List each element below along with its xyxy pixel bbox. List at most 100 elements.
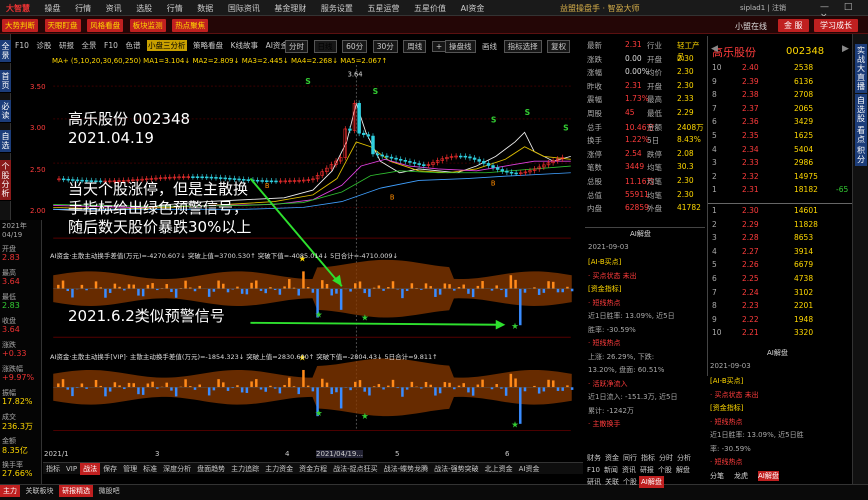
function-tab[interactable]: 指标: [639, 452, 657, 464]
tab-f10[interactable]: F10: [14, 41, 30, 50]
function-tab[interactable]: 关联: [603, 476, 621, 488]
indicator-select-button[interactable]: 指标选择: [503, 40, 542, 53]
orderbook-bottom-tab[interactable]: AI解盘: [758, 471, 779, 481]
learning-button[interactable]: 学习成长: [814, 19, 858, 32]
menu-item[interactable]: 资讯: [100, 0, 128, 14]
sidebar-tab-watchlist[interactable]: 自选: [0, 130, 11, 153]
sidebar-tab-points[interactable]: 积分: [855, 144, 867, 166]
menu-item[interactable]: 操盘: [39, 0, 67, 14]
toolbar-button[interactable]: 风格看盘: [87, 19, 124, 32]
stock-next-icon[interactable]: ▶: [842, 44, 849, 54]
period-day[interactable]: 日线: [313, 40, 337, 53]
function-tab[interactable]: 新闻: [602, 464, 620, 476]
indicator-tab[interactable]: VIP: [63, 464, 80, 474]
function-tab[interactable]: 资讯: [620, 464, 638, 476]
operator-line-button[interactable]: 操盘线: [445, 40, 476, 53]
menu-item[interactable]: 行情: [161, 0, 189, 14]
tab-diagnose[interactable]: 诊股: [35, 40, 52, 51]
indicator-tab[interactable]: 深度分析: [160, 463, 194, 475]
sidebar-tab-stock-analysis[interactable]: 个股分析: [0, 160, 11, 201]
function-tab[interactable]: 分时: [657, 452, 675, 464]
indicator-bar: [113, 382, 117, 388]
menu-item[interactable]: AI资金: [455, 0, 491, 14]
ma-legend: MA+ (5,10,20,30,60,250) MA1=3.104↓ MA2=2…: [52, 57, 388, 65]
status-related[interactable]: 关联板块: [23, 485, 57, 497]
candle-body: [209, 176, 214, 179]
app-logo[interactable]: 大智慧: [0, 0, 36, 14]
toolbar-button[interactable]: 大势判断: [2, 19, 38, 32]
indicator-tab[interactable]: 盘面趋势: [194, 463, 228, 475]
function-tab[interactable]: 财务: [585, 452, 603, 464]
period-minute[interactable]: 分时: [285, 40, 308, 53]
tab-kline-story[interactable]: K线故事: [230, 40, 259, 51]
toolbar-button[interactable]: 天眼盯盘: [44, 19, 81, 32]
indicator-tab[interactable]: AI资金: [516, 463, 543, 475]
indicator-tab[interactable]: 资金方程: [296, 463, 330, 475]
quote-row: 涨跌 0.00 开盘 2.30: [585, 54, 705, 65]
indicator-tab[interactable]: 指标: [43, 463, 63, 475]
function-tab[interactable]: 研报: [638, 464, 656, 476]
buy-order-row: 8 2.23 2201: [708, 301, 852, 312]
indicator-tab[interactable]: 主力追踪: [228, 463, 262, 475]
indicator-tab[interactable]: 战法: [80, 463, 101, 475]
buy-order-row: 5 2.26 6679: [708, 260, 852, 271]
function-tab[interactable]: 个股: [656, 464, 674, 476]
menu-item[interactable]: 选股: [130, 0, 158, 14]
menu-item[interactable]: 五星价值: [408, 0, 452, 14]
menu-item[interactable]: 基金理财: [268, 0, 312, 14]
function-tab[interactable]: AI解盘: [639, 476, 664, 488]
sidebar-tab-my-stocks[interactable]: 自选股: [855, 94, 867, 125]
indicator-tab[interactable]: 保存: [100, 463, 120, 475]
function-tab[interactable]: F10: [585, 465, 602, 475]
sidebar-tab-highlights[interactable]: 看点: [855, 124, 867, 146]
period-30[interactable]: 30分: [372, 40, 398, 53]
orderbook-bottom-tab[interactable]: 龙虎: [734, 471, 748, 481]
period-week[interactable]: 周线: [403, 40, 427, 53]
sidebar-tab-panorama[interactable]: 全景: [0, 40, 11, 63]
function-tab[interactable]: 解盘: [674, 464, 692, 476]
toolbar-button[interactable]: 热点聚焦: [172, 19, 209, 32]
indicator-bar: [391, 379, 395, 388]
tab-research[interactable]: 研报: [58, 40, 75, 51]
tab-panorama[interactable]: 全景: [81, 40, 98, 51]
indicator-tab[interactable]: 主力资金: [262, 463, 296, 475]
function-tab[interactable]: 同行: [621, 452, 639, 464]
orderbook-bottom-tab[interactable]: 分笔: [710, 471, 724, 481]
adjust-button[interactable]: 复权: [547, 40, 571, 53]
tab-strategy[interactable]: 策略看盘: [192, 40, 224, 51]
indicator-tab[interactable]: 战法-捉点狂买: [330, 463, 381, 475]
menu-item[interactable]: 行情: [69, 0, 97, 14]
menu-item[interactable]: 五星运营: [361, 0, 405, 14]
zoom-in-button[interactable]: +: [431, 41, 447, 52]
menu-item[interactable]: 数据: [191, 0, 219, 14]
indicator-tab[interactable]: 北上资金: [482, 463, 516, 475]
tab-color[interactable]: 色谱: [124, 40, 141, 51]
sidebar-tab-home[interactable]: 首页: [0, 70, 11, 93]
function-tab[interactable]: 个股: [621, 476, 639, 488]
function-tab[interactable]: 资金: [603, 452, 621, 464]
status-research[interactable]: 研报精选: [59, 485, 94, 497]
indicator-tab[interactable]: 战法-蝶势龙腾: [381, 463, 432, 475]
period-60[interactable]: 60分: [342, 40, 368, 53]
tab-small-cap[interactable]: 小盘三分析: [147, 40, 187, 51]
sidebar-tab-must-read[interactable]: 必读: [0, 100, 11, 123]
finance-service-button[interactable]: 金 服: [778, 19, 809, 32]
function-tab[interactable]: 分析: [675, 452, 693, 464]
menu-item[interactable]: 国际资讯: [222, 0, 266, 14]
function-tab[interactable]: 研讯: [585, 476, 603, 488]
indicator-tab[interactable]: 管理: [120, 463, 140, 475]
service-link[interactable]: 小盟在线: [735, 21, 767, 32]
toolbar-button[interactable]: 板块监测: [129, 19, 166, 32]
indicator-tab[interactable]: 标准: [140, 463, 160, 475]
draw-line-button[interactable]: 画线: [481, 41, 498, 52]
user-info[interactable]: siplad1 | 注销: [740, 3, 786, 13]
status-main[interactable]: 主力: [0, 485, 20, 497]
indicator-bar: [255, 379, 258, 388]
tab-f10-2[interactable]: F10: [103, 41, 119, 50]
order-level: 5: [712, 260, 717, 270]
sidebar-tab-live[interactable]: 实战大直播: [855, 44, 867, 93]
stock-prev-icon[interactable]: ◀: [711, 44, 718, 54]
indicator-tab[interactable]: 战法-强势突破: [431, 463, 482, 475]
status-forum[interactable]: 微股吧: [96, 485, 123, 497]
menu-item[interactable]: 服务设置: [315, 0, 359, 14]
